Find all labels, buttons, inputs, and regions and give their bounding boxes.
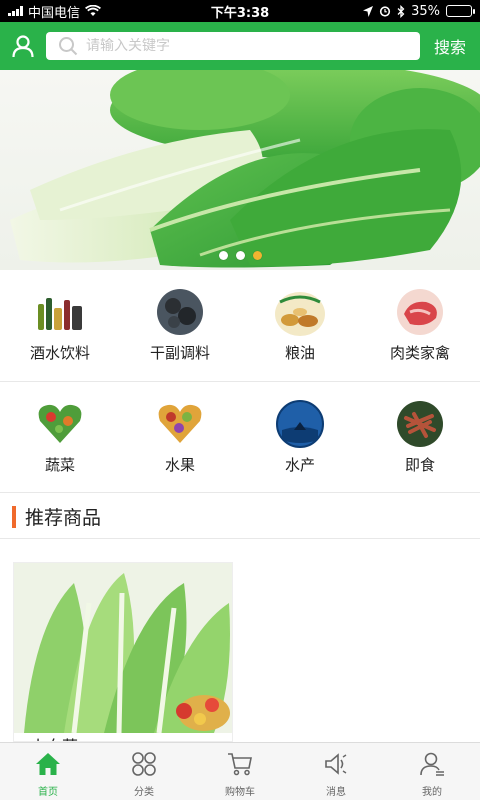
category-dried-goods[interactable]: 干副调料 [120, 272, 240, 382]
signal-icon [8, 6, 23, 16]
category-label: 水果 [164, 456, 195, 474]
category-ready-food[interactable]: 即食 [360, 384, 480, 494]
location-icon [363, 5, 374, 17]
tab-label: 分类 [134, 787, 154, 798]
dried-goods-icon [154, 288, 206, 336]
category-label: 即食 [404, 456, 435, 474]
bottom-tab-bar: 首页 分类 购物车 消息 我的 [0, 742, 480, 800]
tab-label: 消息 [326, 787, 346, 798]
search-input[interactable] [86, 38, 406, 54]
category-row: 酒水饮料 干副调料 粮油 肉类家禽 [0, 272, 480, 382]
status-time: 下午3:38 [210, 5, 270, 21]
vegetables-icon [34, 400, 86, 448]
seafood-icon [274, 400, 326, 448]
home-icon [36, 753, 60, 775]
message-icon [325, 753, 347, 775]
carrier-name: 中国电信 [28, 5, 81, 21]
category-label: 蔬菜 [44, 456, 75, 474]
category-icon [132, 752, 156, 776]
search-button[interactable]: 搜索 [434, 34, 466, 58]
category-label: 干副调料 [149, 344, 210, 362]
search-icon [59, 37, 78, 56]
category-label: 水产 [284, 456, 315, 474]
meat-icon [394, 288, 446, 336]
section-title: 推荐商品 [25, 507, 102, 529]
category-grain-oil[interactable]: 粮油 [240, 272, 360, 382]
tab-profile[interactable]: 我的 [384, 743, 480, 800]
status-bar: 中国电信 下午3:38 35% [0, 0, 480, 22]
bluetooth-icon [397, 4, 405, 18]
category-meat[interactable]: 肉类家禽 [360, 272, 480, 382]
category-vegetables[interactable]: 蔬菜 [0, 384, 120, 494]
product-image [14, 563, 232, 734]
category-drinks[interactable]: 酒水饮料 [0, 272, 120, 382]
divider [0, 538, 480, 539]
drinks-icon [34, 288, 86, 336]
section-accent-bar [12, 505, 16, 528]
category-seafood[interactable]: 水产 [240, 384, 360, 494]
category-fruit[interactable]: 水果 [120, 384, 240, 494]
product-name: 小白菜 [30, 733, 78, 741]
profile-icon [420, 752, 444, 776]
category-label: 肉类家禽 [389, 344, 450, 362]
promo-banner[interactable] [0, 70, 480, 270]
user-icon[interactable] [10, 33, 36, 59]
tab-label: 我的 [422, 787, 442, 798]
tab-cart[interactable]: 购物车 [192, 743, 288, 800]
category-row: 蔬菜 水果 水产 即食 [0, 384, 480, 494]
battery-icon [446, 5, 475, 17]
tab-home[interactable]: 首页 [0, 743, 96, 800]
top-header: 搜索 [0, 22, 480, 70]
category-label: 粮油 [284, 344, 315, 362]
fruit-icon [154, 400, 206, 448]
banner-dot[interactable] [235, 251, 245, 260]
divider [0, 381, 480, 382]
grain-oil-icon [274, 288, 326, 336]
tab-label: 购物车 [225, 787, 255, 798]
battery-percent: 35% [411, 3, 440, 19]
recommended-section-header: 推荐商品 [12, 503, 101, 530]
product-card[interactable]: 小白菜 [13, 562, 233, 742]
divider [0, 492, 480, 493]
ready-food-icon [394, 400, 446, 448]
tab-messages[interactable]: 消息 [288, 743, 384, 800]
tab-label: 首页 [38, 787, 58, 798]
cart-icon [228, 753, 252, 776]
banner-dot-active[interactable] [252, 251, 262, 260]
banner-dot[interactable] [218, 251, 228, 260]
search-bar[interactable] [46, 32, 420, 60]
banner-pagination [0, 251, 480, 260]
bok-choy-image [10, 70, 480, 268]
tab-category[interactable]: 分类 [96, 743, 192, 800]
wifi-icon [85, 5, 101, 16]
category-label: 酒水饮料 [29, 344, 90, 362]
alarm-icon [379, 6, 391, 17]
